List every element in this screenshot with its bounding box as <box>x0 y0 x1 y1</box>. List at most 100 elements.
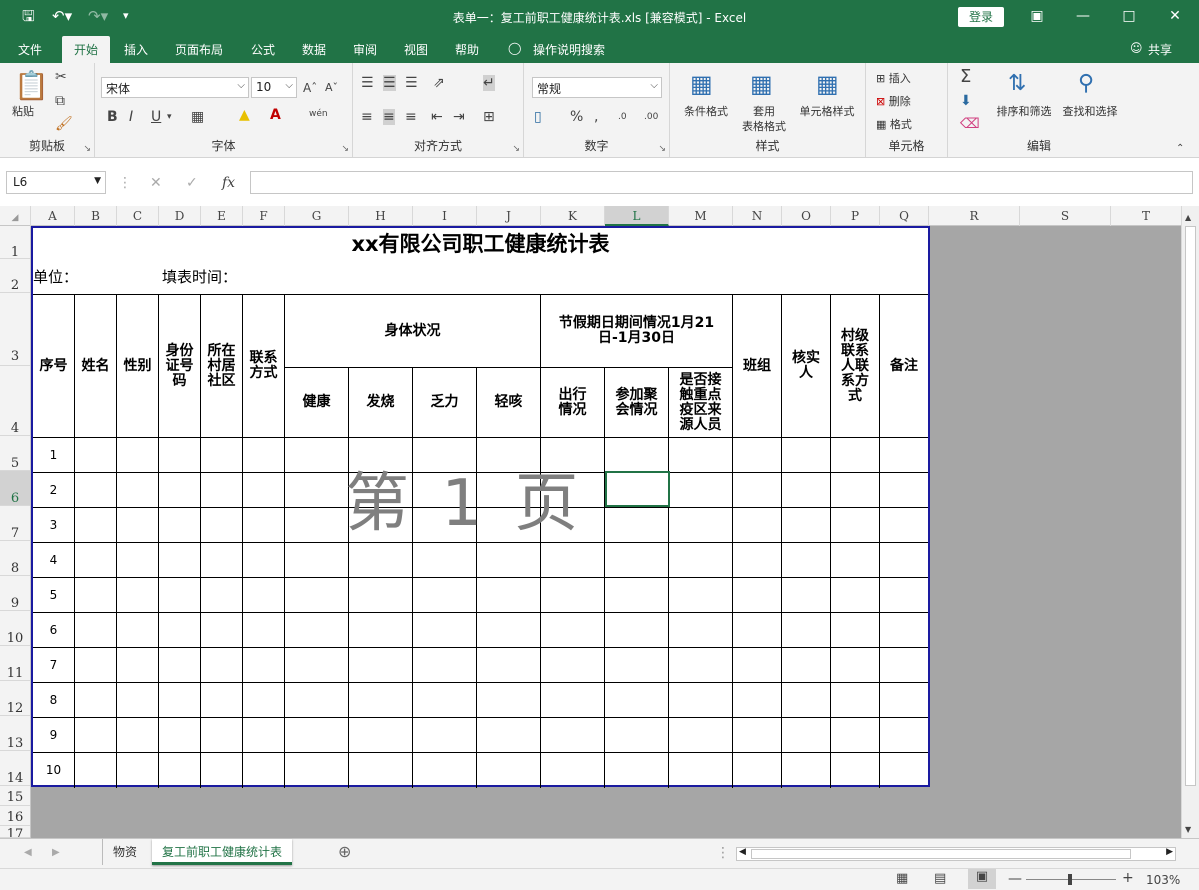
table-cell[interactable] <box>477 648 541 683</box>
paste-button[interactable]: 粘贴 <box>12 105 34 119</box>
table-cell[interactable] <box>782 753 831 788</box>
wrap-text-icon[interactable]: ↵ <box>483 75 495 91</box>
header-contact[interactable]: 联系方式 <box>243 295 285 438</box>
table-cell[interactable] <box>243 613 285 648</box>
table-cell[interactable] <box>285 543 349 578</box>
table-cell[interactable] <box>117 683 159 718</box>
table-cell[interactable] <box>201 683 243 718</box>
table-cell[interactable] <box>349 648 413 683</box>
clear-icon[interactable]: ⌫ <box>960 116 980 132</box>
conditional-format-icon[interactable]: ▦ <box>690 71 713 97</box>
table-cell[interactable] <box>669 473 733 508</box>
table-cell[interactable] <box>477 753 541 788</box>
tab-home[interactable]: 开始 <box>62 36 111 63</box>
table-cell[interactable] <box>880 683 928 718</box>
maximize-icon[interactable]: □ <box>1114 5 1144 27</box>
column-header[interactable]: B <box>75 206 117 226</box>
header-gathering[interactable]: 参加聚会情况 <box>605 368 669 438</box>
row-header[interactable]: 13 <box>0 716 30 751</box>
table-cell[interactable] <box>477 578 541 613</box>
table-cell[interactable] <box>285 508 349 543</box>
fill-icon[interactable]: ⬇ <box>960 93 972 109</box>
table-cell[interactable] <box>75 543 117 578</box>
page-break-view-icon[interactable]: ▣ <box>968 869 996 889</box>
column-header[interactable]: G <box>285 206 349 226</box>
row-header[interactable]: 7 <box>0 506 30 541</box>
selected-cell[interactable] <box>605 471 670 507</box>
table-cell[interactable] <box>201 438 243 473</box>
magnifier-icon[interactable]: ⚲ <box>1078 71 1094 97</box>
table-cell[interactable] <box>243 578 285 613</box>
table-cell[interactable] <box>541 683 605 718</box>
table-cell[interactable] <box>831 578 880 613</box>
table-cell[interactable] <box>349 753 413 788</box>
table-cell[interactable] <box>75 613 117 648</box>
table-cell[interactable] <box>243 473 285 508</box>
tab-data[interactable]: 数据 <box>302 41 326 58</box>
split-handle-icon[interactable]: ⋮ <box>716 845 730 861</box>
table-cell[interactable] <box>201 473 243 508</box>
table-cell[interactable] <box>831 438 880 473</box>
table-cell[interactable] <box>669 718 733 753</box>
header-village-contact[interactable]: 村级联系人联系方式 <box>831 295 880 438</box>
number-format-combo[interactable]: 常规 ⌵ <box>532 77 662 98</box>
sort-filter-icon[interactable]: ⇅ <box>1008 71 1026 97</box>
table-cell[interactable] <box>733 683 782 718</box>
clipboard-launcher-icon[interactable]: ↘ <box>83 144 91 154</box>
row-header[interactable]: 16 <box>0 806 30 826</box>
table-cell[interactable] <box>831 718 880 753</box>
underline-button[interactable]: U <box>151 109 161 125</box>
table-cell[interactable] <box>117 543 159 578</box>
table-cell[interactable] <box>477 683 541 718</box>
prev-sheet-icon[interactable]: ◀ <box>24 845 32 861</box>
table-cell[interactable] <box>782 683 831 718</box>
table-cell[interactable] <box>413 718 477 753</box>
table-cell[interactable] <box>159 543 201 578</box>
tab-formulas[interactable]: 公式 <box>251 41 275 58</box>
sheet-tab-active[interactable]: 复工前职工健康统计表 <box>152 839 293 865</box>
table-cell[interactable] <box>880 508 928 543</box>
serial-cell[interactable]: 3 <box>33 508 75 543</box>
table-cell[interactable] <box>159 508 201 543</box>
row-header[interactable]: 17 <box>0 826 30 838</box>
table-cell[interactable] <box>285 753 349 788</box>
table-cell[interactable] <box>201 648 243 683</box>
table-cell[interactable] <box>413 683 477 718</box>
table-cell[interactable] <box>605 753 669 788</box>
header-exposure[interactable]: 是否接触重点疫区来源人员 <box>669 368 733 438</box>
table-cell[interactable] <box>243 543 285 578</box>
phonetic-button[interactable]: wén <box>309 106 328 122</box>
table-cell[interactable] <box>477 718 541 753</box>
header-village[interactable]: 所在村居社区 <box>201 295 243 438</box>
next-sheet-icon[interactable]: ▶ <box>52 845 60 861</box>
column-header[interactable]: M <box>669 206 733 226</box>
serial-cell[interactable]: 10 <box>33 753 75 788</box>
column-header[interactable]: P <box>831 206 880 226</box>
serial-cell[interactable]: 1 <box>33 438 75 473</box>
zoom-out-icon[interactable]: — <box>1008 871 1022 887</box>
header-id[interactable]: 身份证号码 <box>159 295 201 438</box>
format-as-table-label-1[interactable]: 套用 <box>736 105 792 119</box>
align-center-icon[interactable]: ≡ <box>383 109 395 125</box>
row-header[interactable]: 11 <box>0 646 30 681</box>
header-fever[interactable]: 发烧 <box>349 368 413 438</box>
table-cell[interactable] <box>117 718 159 753</box>
insert-cells-button[interactable]: ⊞ 插入 <box>876 72 911 86</box>
increase-decimal-icon[interactable]: .0 <box>618 109 627 125</box>
table-cell[interactable] <box>605 508 669 543</box>
merge-center-icon[interactable]: ⊞ <box>483 109 495 125</box>
header-holiday[interactable]: 节假期日期间情况1月21 日-1月30日 <box>541 295 733 368</box>
table-cell[interactable] <box>201 718 243 753</box>
delete-cells-button[interactable]: ⊠ 删除 <box>876 95 911 109</box>
table-cell[interactable] <box>733 578 782 613</box>
serial-cell[interactable]: 7 <box>33 648 75 683</box>
align-right-icon[interactable]: ≡ <box>405 109 417 125</box>
serial-cell[interactable]: 2 <box>33 473 75 508</box>
table-cell[interactable] <box>349 543 413 578</box>
table-cell[interactable] <box>669 683 733 718</box>
cell-styles-icon[interactable]: ▦ <box>816 71 839 97</box>
table-cell[interactable] <box>285 473 349 508</box>
table-cell[interactable] <box>159 718 201 753</box>
table-cell[interactable] <box>831 543 880 578</box>
row-header[interactable]: 2 <box>0 259 30 293</box>
